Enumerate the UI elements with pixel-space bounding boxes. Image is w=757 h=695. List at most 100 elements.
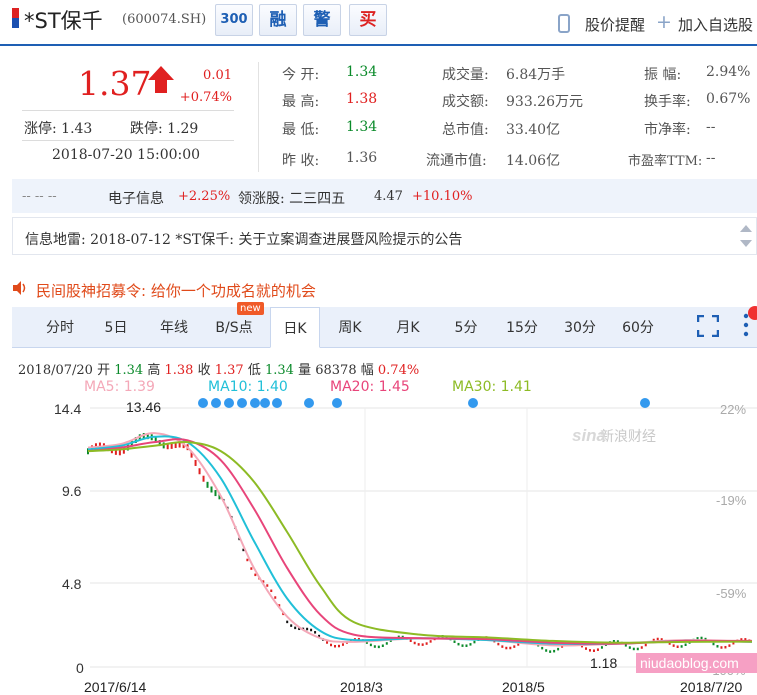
candle: [306, 627, 309, 631]
tab-15min[interactable]: 15分: [502, 307, 542, 347]
info-low: 1.34: [264, 363, 294, 378]
tab-30min[interactable]: 30分: [560, 307, 600, 347]
candle: [588, 649, 591, 652]
sina-logo: sina: [572, 426, 606, 445]
low-label: 最 低:: [282, 122, 320, 138]
margin-button[interactable]: 融: [259, 4, 297, 36]
tab-intraday[interactable]: 分时: [38, 307, 82, 347]
industry-leader[interactable]: 领涨股: 二三四五: [238, 188, 345, 208]
candle: [724, 645, 727, 649]
tab-5min[interactable]: 5分: [448, 307, 484, 347]
candle: [334, 644, 337, 648]
candle: [592, 649, 595, 652]
candle: [461, 644, 464, 647]
promo-link[interactable]: 民间股神招募令: 给你一个功成名就的机会: [36, 280, 316, 301]
ma20-line: [87, 438, 753, 645]
flag-icon: [12, 8, 19, 28]
candle: [214, 490, 217, 497]
candle: [600, 646, 603, 649]
candle: [246, 558, 249, 562]
turnover-amount-value: 933.26万元: [506, 94, 583, 110]
candle: [596, 648, 599, 651]
candle: [700, 636, 703, 640]
scroll-up-icon[interactable]: [740, 225, 752, 232]
candle: [341, 643, 344, 646]
csi300-button[interactable]: 300: [215, 4, 253, 36]
info-amp-label: 幅: [360, 363, 374, 378]
ma10-line: [87, 435, 753, 646]
tab-weekly-k[interactable]: 周K: [330, 307, 370, 347]
max-annotation: 13.46: [126, 399, 161, 415]
candles: [87, 433, 751, 653]
industry-name[interactable]: 电子信息: [108, 188, 164, 208]
ma30-legend: MA30: 1.41: [452, 379, 532, 395]
notice-link[interactable]: 信息地雷: 2018-07-12 *ST保千: 关于立案调查进展暨风险提示的公告: [25, 229, 462, 249]
tab-5day[interactable]: 5日: [96, 307, 136, 347]
chart-info-line: 2018/07/20 开 1.34 高 1.38 收 1.37 低 1.34 量…: [18, 359, 419, 378]
candle: [557, 647, 560, 651]
event-dot[interactable]: [250, 398, 260, 408]
scroll-down-icon[interactable]: [740, 240, 752, 247]
y-tick: 9.6: [62, 483, 82, 499]
stock-code: (600074.SH): [122, 12, 207, 27]
prev-close-label: 昨 收:: [282, 153, 320, 169]
tab-yearline[interactable]: 年线: [150, 307, 198, 347]
add-watchlist-link[interactable]: 加入自选股: [678, 14, 753, 35]
info-volume: 68378: [315, 363, 357, 378]
limit-up-value: 1.43: [61, 121, 93, 137]
info-amp: 0.74%: [377, 363, 420, 378]
tab-60min[interactable]: 60分: [618, 307, 658, 347]
event-dot[interactable]: [224, 398, 234, 408]
high-value: 1.38: [346, 91, 378, 107]
price-alert-link[interactable]: 股价提醒: [585, 14, 645, 35]
candle: [656, 637, 659, 641]
limit-down-value: 1.29: [167, 121, 199, 137]
candle: [206, 481, 209, 488]
event-dot[interactable]: [332, 398, 342, 408]
candle: [290, 624, 293, 627]
y-tick: 0: [76, 660, 84, 676]
event-dot[interactable]: [198, 398, 208, 408]
info-open-label: 开: [97, 363, 111, 378]
event-dot[interactable]: [237, 398, 247, 408]
leader-price: 4.47: [374, 189, 403, 204]
event-dot[interactable]: [260, 398, 270, 408]
pct-tick: 22%: [720, 402, 746, 417]
notification-dot[interactable]: [748, 306, 757, 320]
candle: [553, 649, 556, 653]
watermark: 新浪财经: [600, 429, 656, 445]
fullscreen-icon[interactable]: [697, 315, 719, 337]
candle: [270, 589, 273, 593]
pb-label: 市净率:: [644, 122, 691, 138]
candle: [720, 646, 723, 649]
open-value: 1.34: [346, 64, 378, 80]
info-high-label: 高: [147, 363, 161, 378]
float-cap-label: 流通市值:: [426, 153, 487, 169]
candle: [541, 646, 544, 650]
event-dot[interactable]: [640, 398, 650, 408]
buy-button[interactable]: 买: [349, 4, 387, 36]
float-cap-value: 14.06亿: [506, 153, 561, 169]
industry-dashes: -- -- --: [22, 189, 57, 204]
event-dots: [198, 398, 650, 408]
tab-daily-k[interactable]: 日K: [270, 307, 320, 348]
turnover-amount-label: 成交额:: [442, 94, 489, 110]
notice-box: 信息地雷: 2018-07-12 *ST保千: 关于立案调查进展暨风险提示的公告: [12, 217, 757, 255]
info-volume-label: 量: [298, 363, 312, 378]
event-dot[interactable]: [304, 398, 314, 408]
tab-monthly-k[interactable]: 月K: [388, 307, 428, 347]
event-dot[interactable]: [272, 398, 282, 408]
event-dot[interactable]: [211, 398, 221, 408]
event-dot[interactable]: [468, 398, 478, 408]
phone-icon[interactable]: [558, 14, 570, 33]
stock-header: *ST保千 (600074.SH) 300 融 警 买 股价提醒 + 加入自选股: [0, 0, 757, 46]
plus-icon[interactable]: +: [656, 11, 672, 33]
new-badge: new: [237, 302, 264, 315]
x-tick: 2018/7/20: [680, 679, 742, 695]
alert-button[interactable]: 警: [303, 4, 341, 36]
info-low-label: 低: [247, 363, 261, 378]
candle: [286, 620, 289, 624]
high-label: 最 高:: [282, 94, 320, 110]
limit-up-label: 涨停:: [24, 121, 57, 137]
kline-chart[interactable]: 14.4 9.6 4.8 0 22% -19% -59% -100% 新浪财经 …: [0, 395, 757, 695]
